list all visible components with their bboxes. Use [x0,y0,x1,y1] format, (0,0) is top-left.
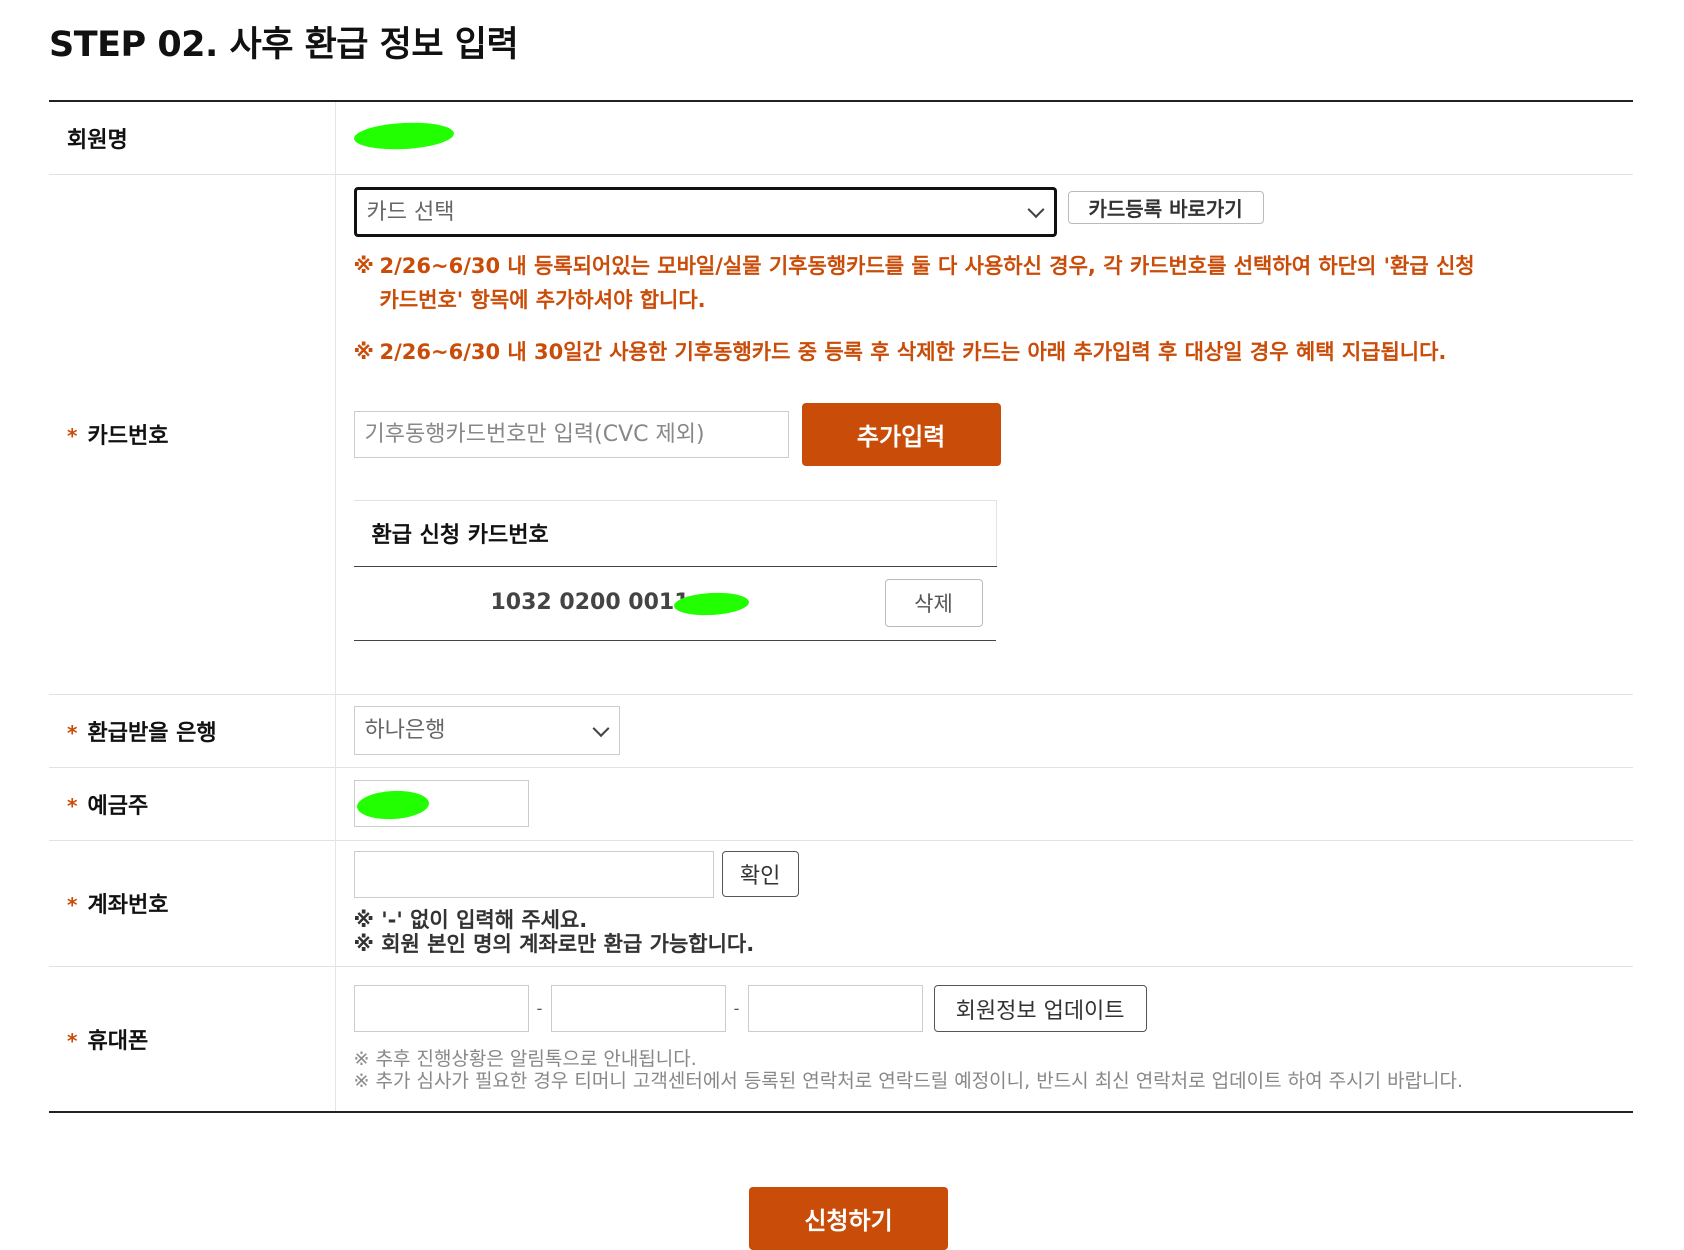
bank-row: * 환급받을 은행 하나은행 [49,693,1633,767]
member-label: 회원명 [49,101,336,174]
member-row: 회원명 [49,101,1633,174]
holder-label: * 예금주 [49,766,336,840]
card-notice-1: ※ 2/26~6/30 내 등록되어있는 모바일/실물 기후동행카드를 둘 다 사… [353,253,1475,312]
update-member-info-button[interactable]: 회원정보 업데이트 [933,985,1147,1033]
phone-notice-2: ※ 추가 심사가 필요한 경우 티머니 고객센터에서 등록된 연락처로 연락드릴… [353,1070,1464,1093]
card-number-input[interactable]: 기후동행카드번호만 입력(CVC 제외) [353,410,789,458]
bank-label: * 환급받을 은행 [49,693,336,767]
bank-select[interactable]: 하나은행 [353,706,620,755]
account-row: * 계좌번호 확인 ※ '-' 없이 입력해 주세요. ※ 회원 본인 명의 계좌… [49,839,1633,966]
phone-cell: - - 회원정보 업데이트 ※ 추후 진행상황은 알림톡으로 안내됩니다. ※ 추… [335,965,1633,1112]
delete-card-button[interactable]: 삭제 [884,578,983,627]
chevron-down-icon [1027,200,1044,218]
account-notice-2: ※ 회원 본인 명의 계좌로만 환급 가능합니다. [353,931,755,956]
account-label: * 계좌번호 [49,839,336,966]
holder-row: * 예금주 [49,766,1633,840]
holder-cell [335,766,1633,840]
account-notice-1: ※ '-' 없이 입력해 주세요. [353,907,588,932]
holder-input[interactable] [353,780,529,827]
phone-row: * 휴대폰 - - 회원정보 업데이트 ※ 추후 진행상황은 알림톡으로 안내됩니다… [49,965,1633,1112]
phone-separator: - [733,999,740,1019]
phone-part1-input[interactable] [353,985,529,1033]
card-select[interactable]: 카드 선택 [353,186,1057,237]
redacted-member-name [352,120,455,152]
card-cell: 카드 선택 카드등록 바로가기 ※ 2/26~6/30 내 등록되어있는 모바일/… [335,173,1633,694]
refund-form-page: STEP 02. 사후 환급 정보 입력 회원명 * 카드번호 카드 선택 카드등… [0,0,1684,1250]
card-register-button[interactable]: 카드등록 바로가기 [1067,191,1264,224]
phone-separator: - [536,999,543,1019]
phone-notice-1: ※ 추후 진행상황은 알림톡으로 안내됩니다. [353,1048,697,1071]
refund-table-header: 환급 신청 카드번호 [353,499,997,567]
bank-cell: 하나은행 [335,693,1633,767]
card-row: * 카드번호 카드 선택 카드등록 바로가기 ※ 2/26~6/30 내 등록되어있… [49,173,1633,694]
phone-part2-input[interactable] [550,985,726,1033]
member-value [335,101,1633,174]
refund-form-table: 회원명 * 카드번호 카드 선택 카드등록 바로가기 ※ 2/26~6/30 내… [49,100,1633,1113]
refund-card-table: 환급 신청 카드번호 1032 0200 0011 삭제 [353,499,997,641]
refund-card-row: 1032 0200 0011 삭제 [353,565,996,641]
card-notice-2: ※ 2/26~6/30 내 30일간 사용한 기후동행카드 중 등록 후 삭제한 … [353,339,1447,364]
phone-label: * 휴대폰 [49,965,336,1112]
submit-button[interactable]: 신청하기 [749,1187,948,1250]
account-number-input[interactable] [353,850,714,898]
account-cell: 확인 ※ '-' 없이 입력해 주세요. ※ 회원 본인 명의 계좌로만 환급 … [335,839,1633,966]
redacted-holder-name [355,789,430,821]
account-confirm-button[interactable]: 확인 [721,851,799,897]
phone-part3-input[interactable] [747,985,923,1033]
chevron-down-icon [592,719,609,737]
refund-card-number: 1032 0200 0011 [490,589,690,615]
add-card-button[interactable]: 추가입력 [801,402,1001,466]
card-label: * 카드번호 [49,173,336,694]
page-title: STEP 02. 사후 환급 정보 입력 [49,25,519,65]
